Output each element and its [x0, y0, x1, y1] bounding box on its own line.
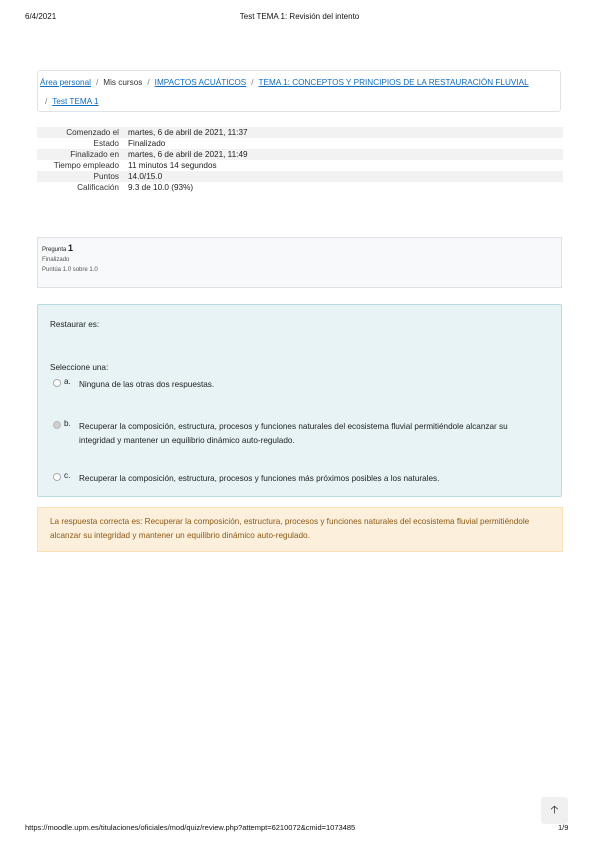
question-score: Puntúa 1.0 sobre 1.0 — [42, 267, 98, 273]
page-number: 1/9 — [558, 823, 569, 832]
correct-answer-feedback: La respuesta correcta es: Recuperar la c… — [37, 507, 563, 552]
summary-value: martes, 6 de abril de 2021, 11:49 — [128, 150, 248, 159]
table-row: Finalizado en martes, 6 de abril de 2021… — [37, 149, 563, 160]
attempt-summary-table: Comenzado el martes, 6 de abril de 2021,… — [37, 127, 563, 193]
answer-prompt: Seleccione una: — [50, 363, 109, 372]
summary-key: Puntos — [93, 172, 120, 181]
summary-key: Estado — [93, 139, 120, 148]
question-number: Pregunta 1 — [42, 243, 557, 253]
summary-key: Calificación — [77, 183, 119, 192]
radio-checked-icon[interactable] — [53, 421, 61, 429]
breadcrumb: Área personal / Mis cursos / IMPACTOS ACUÁTI… — [37, 70, 561, 112]
summary-key: Tiempo empleado — [53, 161, 119, 170]
back-to-top-button[interactable]: 🡡 — [541, 797, 568, 824]
breadcrumb-separator: / — [45, 97, 48, 106]
option-text: Ninguna de las otras dos respuestas. — [79, 380, 215, 389]
summary-value: 14.0/15.0 — [128, 172, 163, 181]
breadcrumb-course[interactable]: IMPACTOS ACUÁTICOS — [155, 78, 247, 87]
breadcrumb-row-1: Área personal / Mis cursos / IMPACTOS ACUÁTI… — [40, 73, 560, 92]
table-row: Puntos 14.0/15.0 — [37, 171, 563, 182]
table-row: Calificación 9.3 de 10.0 (93%) — [37, 182, 563, 193]
page-url: https://moodle.upm.es/titulaciones/ofici… — [25, 823, 356, 832]
question-text: Restaurar es: — [50, 320, 100, 329]
summary-key: Comenzado el — [66, 128, 119, 137]
breadcrumb-area-personal[interactable]: Área personal — [40, 78, 91, 87]
radio-unchecked-icon[interactable] — [53, 379, 61, 387]
option-letter: b. — [64, 419, 71, 428]
summary-key: Finalizado en — [70, 150, 119, 159]
print-header: 6/4/2021 Test TEMA 1: Revisión del inten… — [0, 12, 599, 26]
summary-value: 9.3 de 10.0 (93%) — [128, 183, 194, 192]
question-label: Pregunta — [42, 247, 67, 253]
question-state: Finalizado — [42, 257, 70, 263]
breadcrumb-separator: / — [147, 78, 150, 87]
breadcrumb-mis-cursos: Mis cursos — [103, 78, 143, 87]
question-number-value: 1 — [68, 243, 74, 253]
table-row: Comenzado el martes, 6 de abril de 2021,… — [37, 127, 563, 138]
breadcrumb-separator: / — [95, 78, 99, 87]
option-text: Recuperar la composición, estructura, pr… — [79, 422, 508, 445]
option-letter: c. — [64, 471, 71, 480]
radio-unchecked-icon[interactable] — [53, 473, 61, 481]
breadcrumb-test[interactable]: Test TEMA 1 — [52, 97, 98, 106]
print-title: Test TEMA 1: Revisión del intento — [239, 12, 360, 21]
option-text: Recuperar la composición, estructura, pr… — [79, 474, 440, 483]
question-info-panel: Pregunta 1 Finalizado Puntúa 1.0 sobre 1… — [37, 237, 562, 288]
arrow-up-icon: 🡡 — [550, 804, 559, 816]
summary-value: 11 minutos 14 segundos — [128, 161, 217, 170]
breadcrumb-separator: / — [251, 78, 254, 87]
breadcrumb-row-2: / Test TEMA 1 — [40, 92, 560, 111]
summary-value: martes, 6 de abril de 2021, 11:37 — [128, 128, 248, 137]
breadcrumb-topic[interactable]: TEMA 1: CONCEPTOS Y PRINCIPIOS DE LA RES… — [259, 78, 529, 87]
table-row: Estado Finalizado — [37, 138, 563, 149]
summary-value: Finalizado — [128, 139, 166, 148]
option-letter: a. — [64, 377, 71, 386]
table-row: Tiempo empleado 11 minutos 14 segundos — [37, 160, 563, 171]
question-content: Restaurar es: Seleccione una: a. Ninguna… — [37, 304, 562, 497]
